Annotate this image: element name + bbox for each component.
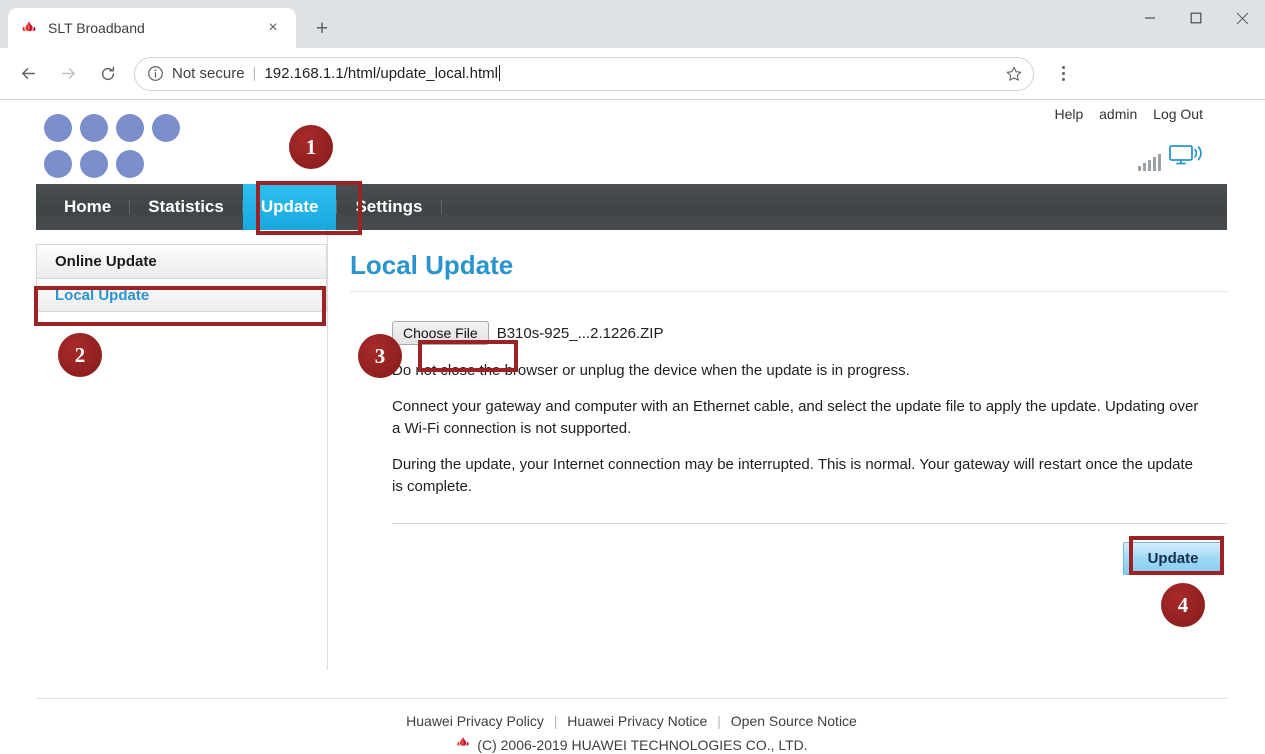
annotation-badge-2: 2 xyxy=(58,333,102,377)
header-links: Help admin Log Out xyxy=(1042,106,1203,122)
footer-separator: | xyxy=(717,713,721,729)
nav-item-statistics[interactable]: Statistics xyxy=(130,184,242,230)
file-select-row: Choose File B310s-925_...2.1226.ZIP xyxy=(392,320,1227,346)
signal-bars-icon xyxy=(1138,153,1161,171)
instruction-paragraph-2: Connect your gateway and computer with a… xyxy=(392,397,1199,438)
nav-separator xyxy=(336,200,338,214)
star-icon[interactable] xyxy=(1001,61,1027,87)
huawei-flower-icon xyxy=(455,735,471,754)
router-header: Help admin Log Out xyxy=(0,100,1265,184)
open-source-notice-link[interactable]: Open Source Notice xyxy=(731,713,857,729)
reload-button[interactable] xyxy=(91,57,125,91)
footer-links: Huawei Privacy Policy | Huawei Privacy N… xyxy=(36,713,1227,729)
browser-toolbar: Not secure | 192.168.1.1/html/update_loc… xyxy=(0,48,1265,100)
new-tab-button[interactable]: + xyxy=(306,12,338,44)
browser-tab[interactable]: SLT Broadband × xyxy=(8,8,296,48)
security-status: Not secure xyxy=(172,65,245,82)
update-button[interactable]: Update xyxy=(1123,541,1223,575)
status-icons xyxy=(1138,144,1203,171)
main-navigation: Home Statistics Update Settings xyxy=(36,184,1227,230)
annotation-badge-4: 4 xyxy=(1161,583,1205,627)
router-page: Help admin Log Out Home Statistics Updat… xyxy=(0,100,1265,754)
sidebar: Online Update Local Update xyxy=(36,230,328,670)
huawei-privacy-policy-link[interactable]: Huawei Privacy Policy xyxy=(406,713,544,729)
instruction-paragraph-1: Do not close the browser or unplug the d… xyxy=(392,362,910,379)
minimize-button[interactable] xyxy=(1127,0,1173,36)
annotation-badge-3: 3 xyxy=(358,334,402,378)
huawei-flower-icon xyxy=(20,19,38,37)
tab-strip: SLT Broadband × + xyxy=(0,0,1265,48)
huawei-privacy-notice-link[interactable]: Huawei Privacy Notice xyxy=(567,713,707,729)
nav-item-update[interactable]: Update xyxy=(242,184,337,230)
copyright-row: (C) 2006-2019 HUAWEI TECHNOLOGIES CO., L… xyxy=(36,735,1227,754)
selected-file-name: B310s-925_...2.1226.ZIP xyxy=(496,324,664,342)
action-row: Update xyxy=(350,524,1227,575)
nav-separator xyxy=(440,200,442,214)
maximize-button[interactable] xyxy=(1173,0,1219,36)
choose-file-button[interactable]: Choose File xyxy=(392,321,489,345)
tab-title: SLT Broadband xyxy=(48,20,145,36)
window-controls xyxy=(1127,0,1265,36)
page-title: Local Update xyxy=(350,250,514,280)
monitor-wifi-icon xyxy=(1169,144,1203,171)
nav-separator xyxy=(241,200,243,214)
info-circle-icon[interactable] xyxy=(147,65,164,82)
sidebar-item-online-update[interactable]: Online Update xyxy=(36,244,327,278)
page-body: Online Update Local Update Local Update … xyxy=(36,230,1227,670)
address-bar[interactable]: Not secure | 192.168.1.1/html/update_loc… xyxy=(134,56,1034,91)
three-dot-menu-icon[interactable] xyxy=(1048,57,1078,91)
url-text: 192.168.1.1/html/update_local.html xyxy=(264,65,500,82)
copyright-text: (C) 2006-2019 HUAWEI TECHNOLOGIES CO., L… xyxy=(477,736,808,753)
nav-item-home[interactable]: Home xyxy=(46,184,129,230)
nav-separator xyxy=(129,200,131,214)
close-window-button[interactable] xyxy=(1219,0,1265,36)
page-footer: Huawei Privacy Policy | Huawei Privacy N… xyxy=(36,698,1227,754)
sidebar-item-local-update[interactable]: Local Update xyxy=(36,278,327,312)
forward-button[interactable] xyxy=(51,57,85,91)
annotation-badge-1: 1 xyxy=(289,125,333,169)
nav-item-settings[interactable]: Settings xyxy=(337,184,440,230)
main-content: Local Update Choose File B310s-925_...2.… xyxy=(328,230,1227,670)
footer-separator: | xyxy=(553,713,558,729)
omnibox-divider: | xyxy=(252,65,257,82)
instruction-paragraph-3: During the update, your Internet connect… xyxy=(392,455,1194,496)
browser-window: SLT Broadband × + Not secure | 192.168.1… xyxy=(0,0,1265,754)
admin-user-link[interactable]: admin xyxy=(1099,106,1137,122)
title-divider xyxy=(350,291,1227,292)
seven-dot-logo xyxy=(44,114,180,186)
log-out-link[interactable]: Log Out xyxy=(1153,106,1203,122)
help-link[interactable]: Help xyxy=(1054,106,1083,122)
back-button[interactable] xyxy=(11,57,45,91)
close-tab-icon[interactable]: × xyxy=(262,17,284,39)
